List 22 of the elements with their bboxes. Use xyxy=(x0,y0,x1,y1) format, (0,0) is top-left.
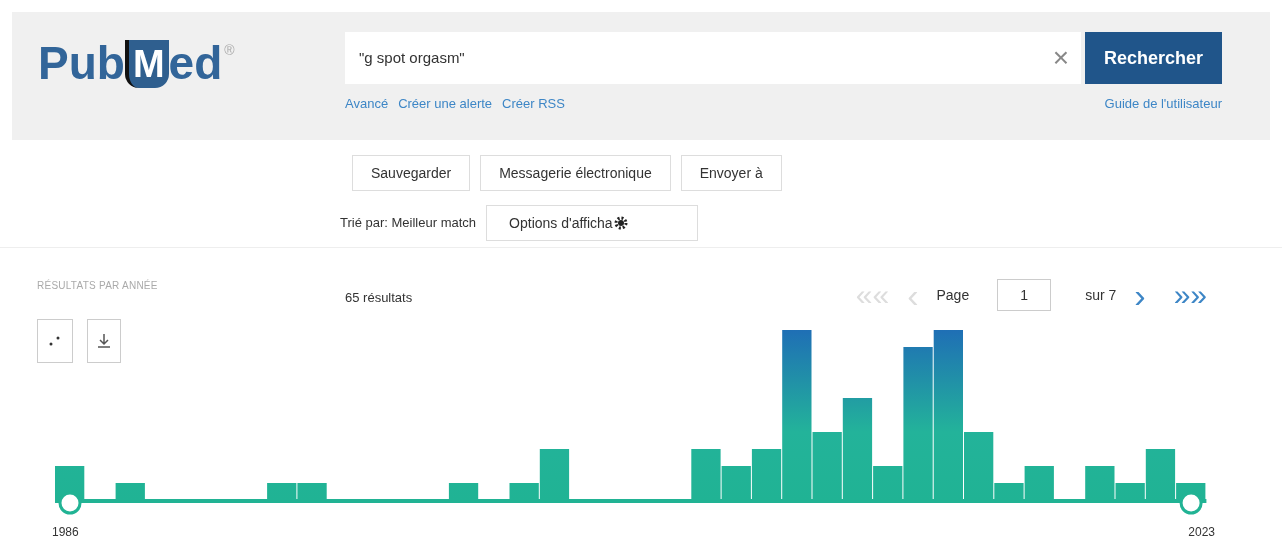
action-button[interactable]: Sauvegarder xyxy=(352,155,471,191)
pubmed-logo: Pub M ed® xyxy=(38,36,236,91)
search-link[interactable]: Avancé xyxy=(345,94,389,114)
page-field[interactable]: 1 xyxy=(997,279,1052,311)
search-field[interactable]: "g spot orgasm" xyxy=(345,32,1041,84)
results-count: 65 résultats xyxy=(345,289,413,307)
search-button[interactable]: Rechercher xyxy=(1085,32,1222,84)
sort-label: Trié par: Meilleur match xyxy=(340,214,477,233)
user-guide-link[interactable]: Guide de l'utilisateur xyxy=(1104,94,1222,114)
page-total: sur 7 xyxy=(1085,285,1117,305)
section-title: RÉSULTATS PAR ANNÉE xyxy=(37,278,159,293)
start-year-label: 1986 xyxy=(52,524,79,541)
search-link[interactable]: Créer RSS xyxy=(502,94,565,114)
next-page-button[interactable]: › xyxy=(1134,278,1146,312)
end-year-label: 2023 xyxy=(1188,524,1215,541)
display-options-button[interactable]: Options d'afficha xyxy=(486,205,699,241)
clear-button[interactable]: × xyxy=(1041,32,1081,84)
search-link[interactable]: Créer une alerte xyxy=(398,94,493,114)
action-button[interactable]: Envoyer à xyxy=(680,155,782,191)
last-page-button[interactable]: »» xyxy=(1173,280,1207,310)
page-label: Page xyxy=(936,285,970,305)
action-button[interactable]: Messagerie électronique xyxy=(480,155,671,191)
